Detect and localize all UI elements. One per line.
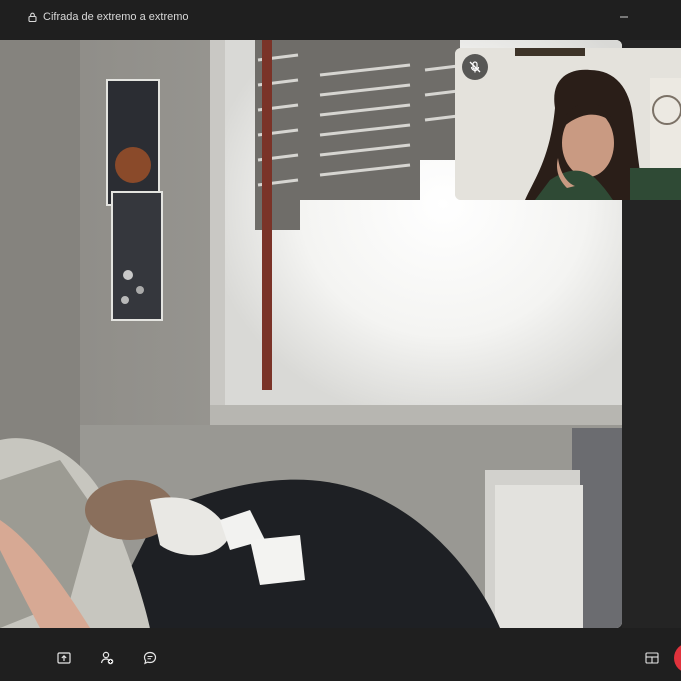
mute-indicator	[462, 54, 488, 80]
chat-button[interactable]	[136, 644, 164, 672]
window-controls	[605, 0, 681, 34]
add-participant-button[interactable]	[93, 644, 121, 672]
self-view[interactable]	[455, 48, 681, 200]
encryption-label: Cifrada de extremo a extremo	[43, 11, 189, 23]
share-screen-icon	[57, 652, 71, 664]
add-participant-icon	[100, 651, 114, 665]
minimize-button[interactable]	[605, 0, 643, 34]
mic-off-icon	[469, 61, 481, 73]
lock-icon	[28, 12, 37, 22]
share-screen-button[interactable]	[50, 644, 78, 672]
chat-icon	[143, 651, 157, 665]
call-toolbar	[0, 634, 681, 681]
layout-button[interactable]	[638, 644, 666, 672]
maximize-button[interactable]	[643, 0, 681, 34]
minimize-icon	[620, 16, 628, 18]
title-bar: Cifrada de extremo a extremo	[0, 0, 681, 34]
encryption-indicator: Cifrada de extremo a extremo	[28, 11, 189, 23]
self-view-feed	[455, 48, 681, 200]
layout-icon	[645, 652, 659, 664]
